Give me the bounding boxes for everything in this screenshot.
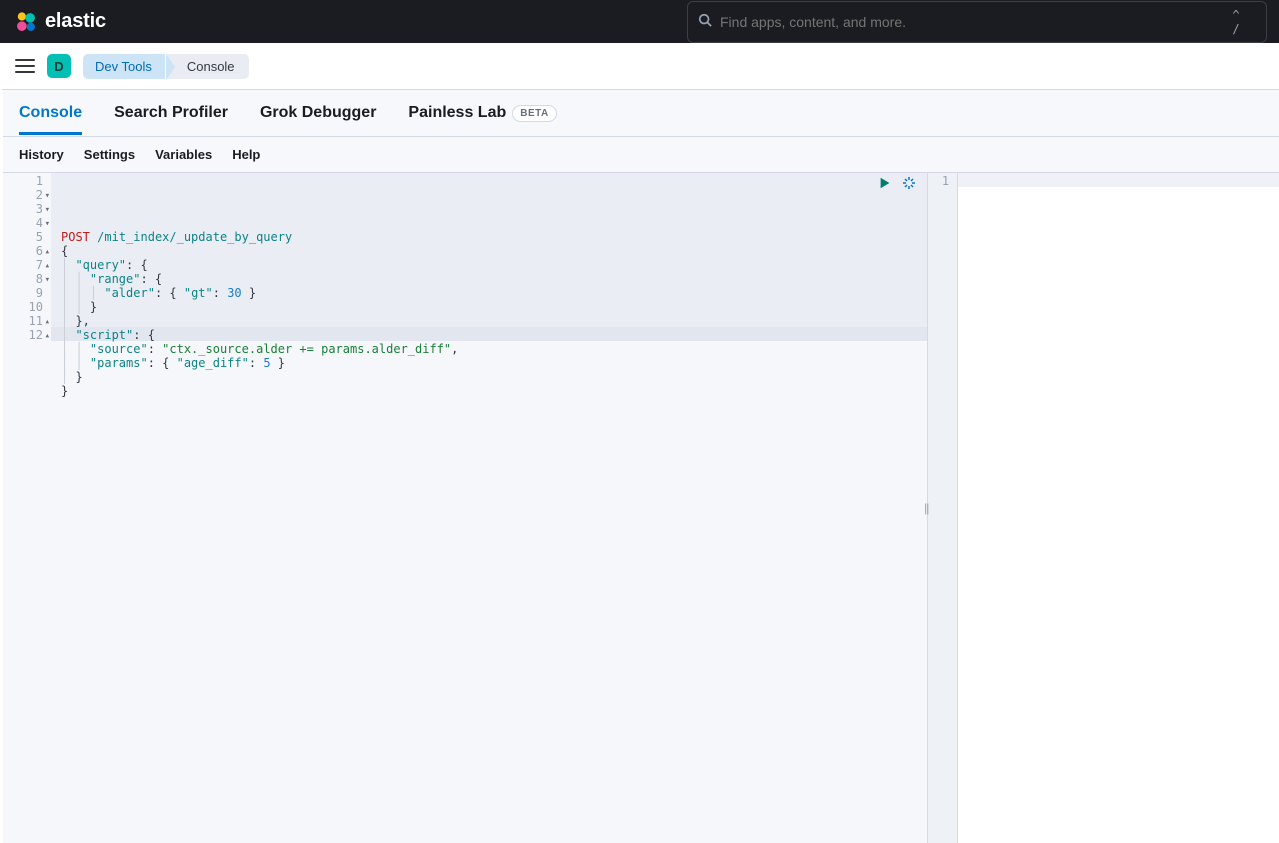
code-line[interactable]: │ │ "source": "ctx._source.alder += para… bbox=[61, 342, 927, 356]
fold-toggle[interactable]: ▾ bbox=[45, 189, 50, 203]
tab-grok-debugger[interactable]: Grok Debugger bbox=[260, 92, 376, 134]
elastic-logo-icon bbox=[15, 11, 37, 33]
request-editor[interactable]: POST /mit_index/_update_by_query{│ "quer… bbox=[51, 173, 927, 843]
request-pane: 12▾3▾4▾56▴7▴8▾91011▴12▴ POST /mit_index/… bbox=[3, 173, 928, 843]
code-line[interactable]: │ }, bbox=[61, 314, 927, 328]
fold-toggle[interactable]: ▾ bbox=[45, 273, 50, 287]
response-pane: 1 bbox=[928, 173, 1279, 843]
fold-toggle[interactable]: ▴ bbox=[45, 259, 50, 273]
beta-badge: BETA bbox=[512, 105, 556, 122]
request-options-button[interactable] bbox=[901, 175, 917, 191]
subtab-history[interactable]: History bbox=[19, 147, 64, 162]
tab-label: Search Profiler bbox=[114, 104, 228, 122]
search-icon bbox=[698, 13, 712, 30]
space-avatar[interactable]: D bbox=[47, 54, 71, 78]
search-kbd-hint: ^ / bbox=[1232, 8, 1256, 36]
fold-toggle[interactable]: ▴ bbox=[45, 315, 50, 329]
tab-search-profiler[interactable]: Search Profiler bbox=[114, 92, 228, 134]
fold-toggle[interactable]: ▾ bbox=[45, 203, 50, 217]
code-line[interactable]: } bbox=[61, 384, 927, 398]
code-line[interactable]: │ } bbox=[61, 370, 927, 384]
breadcrumb: Dev Tools Console bbox=[83, 53, 249, 79]
subtab-variables[interactable]: Variables bbox=[155, 147, 212, 162]
response-gutter: 1 bbox=[928, 173, 958, 843]
fold-toggle[interactable]: ▾ bbox=[45, 217, 50, 231]
fold-toggle[interactable]: ▴ bbox=[45, 245, 50, 259]
brand-logo[interactable]: elastic bbox=[15, 10, 106, 33]
subtab-help[interactable]: Help bbox=[232, 147, 260, 162]
code-line[interactable]: POST /mit_index/_update_by_query bbox=[61, 230, 927, 244]
space-avatar-initial: D bbox=[54, 59, 63, 74]
nav-toggle-button[interactable] bbox=[15, 59, 35, 73]
tab-label: Console bbox=[19, 104, 82, 122]
code-line[interactable]: │ │ "params": { "age_diff": 5 } bbox=[61, 356, 927, 370]
send-request-button[interactable] bbox=[877, 175, 893, 191]
code-line[interactable]: │ │ │ "alder": { "gt": 30 } bbox=[61, 286, 927, 300]
global-header: elastic ^ / bbox=[0, 0, 1279, 43]
tab-label: Grok Debugger bbox=[260, 104, 376, 122]
page-subheader: D Dev Tools Console bbox=[0, 43, 1279, 90]
global-search[interactable]: ^ / bbox=[687, 1, 1267, 43]
code-line[interactable]: { bbox=[61, 244, 927, 258]
code-line[interactable]: │ │ } bbox=[61, 300, 927, 314]
code-line[interactable]: │ │ "range": { bbox=[61, 272, 927, 286]
request-gutter: 12▾3▾4▾56▴7▴8▾91011▴12▴ bbox=[3, 173, 51, 843]
tab-label: Painless Lab bbox=[408, 104, 506, 122]
editor-split: 12▾3▾4▾56▴7▴8▾91011▴12▴ POST /mit_index/… bbox=[3, 173, 1279, 843]
pane-splitter[interactable]: || bbox=[924, 501, 928, 515]
fold-toggle[interactable]: ▴ bbox=[45, 329, 50, 343]
tab-console[interactable]: Console bbox=[19, 92, 82, 134]
code-line[interactable]: │ "query": { bbox=[61, 258, 927, 272]
code-line[interactable] bbox=[968, 216, 1279, 230]
code-line[interactable]: │ "script": { bbox=[61, 328, 927, 342]
response-viewer[interactable] bbox=[958, 173, 1279, 843]
tool-tabs: Console Search Profiler Grok Debugger Pa… bbox=[3, 90, 1279, 137]
global-search-input[interactable] bbox=[720, 14, 1224, 30]
breadcrumb-console: Console bbox=[165, 54, 249, 79]
breadcrumb-dev-tools[interactable]: Dev Tools bbox=[83, 54, 166, 79]
tab-painless-lab[interactable]: Painless Lab BETA bbox=[408, 92, 556, 134]
brand-text: elastic bbox=[45, 10, 106, 33]
subtab-settings[interactable]: Settings bbox=[84, 147, 135, 162]
console-subtabs: History Settings Variables Help bbox=[3, 137, 1279, 173]
request-actions bbox=[877, 175, 917, 191]
response-line-highlight bbox=[958, 173, 1279, 187]
